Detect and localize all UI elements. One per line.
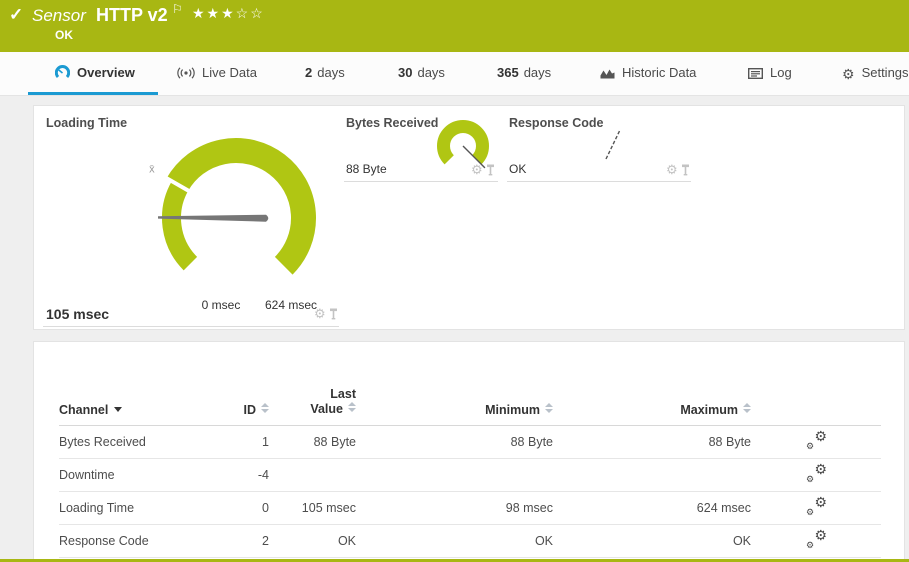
tab-log-label: Log xyxy=(770,65,792,80)
tab-30-days-number: 30 xyxy=(398,65,412,80)
response-code-value: OK xyxy=(509,162,526,176)
tab-365-days-unit: days xyxy=(524,65,551,80)
tab-30-days[interactable]: 30 days xyxy=(398,65,445,80)
sensor-header: ✓ Sensor HTTP v2 ⚐ ★★★☆☆ OK xyxy=(0,0,909,52)
tab-2-days-unit: days xyxy=(317,65,344,80)
panel-divider xyxy=(43,326,339,327)
panel-pin-icon[interactable] xyxy=(486,164,495,176)
panel-pin-icon[interactable] xyxy=(681,164,690,176)
prtg-sensor-page: ✓ Sensor HTTP v2 ⚐ ★★★☆☆ OK Overview Liv… xyxy=(0,0,909,562)
channel-maximum: 624 msec xyxy=(553,501,751,515)
column-header-id[interactable]: ID xyxy=(229,403,269,417)
channel-name: Response Code xyxy=(59,534,229,548)
table-header-row: Channel ID LastValue Minimum Maximum xyxy=(59,380,881,426)
tab-2-days[interactable]: 2 days xyxy=(305,65,345,80)
gauge-min-label: 0 msec xyxy=(186,298,256,312)
tab-30-days-unit: days xyxy=(417,65,444,80)
panel-gear-icon[interactable]: ⚙ xyxy=(666,164,678,176)
channel-settings-icon[interactable]: ⚙⚙ xyxy=(805,465,827,483)
channel-minimum: 98 msec xyxy=(356,501,553,515)
loading-time-value: 105 msec xyxy=(46,306,109,322)
table-row-downtime: Downtime -4 ⚙⚙ xyxy=(59,459,881,492)
settings-gear-icon: ⚙ xyxy=(842,66,855,83)
sort-icon xyxy=(261,403,269,413)
sort-icon xyxy=(743,403,751,413)
tab-overview[interactable]: Overview xyxy=(55,65,135,82)
column-header-channel[interactable]: Channel xyxy=(59,403,229,417)
tab-bar: Overview Live Data 2days 30days 365days … xyxy=(0,52,909,96)
tab-settings[interactable]: ⚙ Settings xyxy=(842,65,909,83)
channel-id: 0 xyxy=(229,501,269,515)
channel-name: Bytes Received xyxy=(59,435,229,449)
channel-maximum: OK xyxy=(553,534,751,548)
tab-historic-data-label: Historic Data xyxy=(622,65,696,80)
channel-table: Channel ID LastValue Minimum Maximum Byt… xyxy=(59,380,881,558)
live-data-icon xyxy=(177,67,195,82)
channel-id: 1 xyxy=(229,435,269,449)
channel-settings-icon[interactable]: ⚙⚙ xyxy=(805,432,827,450)
gauge-mean-label: x̄ xyxy=(149,164,155,176)
tab-settings-label: Settings xyxy=(862,65,909,80)
gauge-band-high xyxy=(177,151,303,266)
sensor-name: HTTP v2 xyxy=(96,5,168,26)
gauge-band-low xyxy=(172,186,191,264)
panel-divider xyxy=(507,181,691,182)
channel-id: -4 xyxy=(229,468,269,482)
gauges-card: Loading Time x̄ 0 msec 624 msec 105 msec… xyxy=(33,105,905,330)
panel-action-icons: ⚙ xyxy=(471,164,495,176)
channel-last-value: 105 msec xyxy=(269,501,356,515)
panel-gear-icon[interactable]: ⚙ xyxy=(314,308,326,320)
channel-id: 2 xyxy=(229,534,269,548)
sort-icon xyxy=(545,403,553,413)
table-row-response-code: Response Code 2 OK OK OK ⚙⚙ xyxy=(59,525,881,558)
gauge-icon xyxy=(55,65,70,82)
bytes-received-title: Bytes Received xyxy=(346,116,438,130)
tab-historic-data[interactable]: Historic Data xyxy=(600,65,696,82)
channel-minimum: 88 Byte xyxy=(356,435,553,449)
sort-icon xyxy=(348,402,356,412)
tab-log[interactable]: Log xyxy=(748,65,792,82)
channel-settings-icon[interactable]: ⚙⚙ xyxy=(805,531,827,549)
table-row-loading-time: Loading Time 0 105 msec 98 msec 624 msec… xyxy=(59,492,881,525)
channel-last-value: OK xyxy=(269,534,356,548)
channel-name: Downtime xyxy=(59,468,229,482)
mini-gauge-band xyxy=(444,127,483,160)
response-code-gauge xyxy=(596,121,636,166)
historic-chart-icon xyxy=(600,67,615,82)
tab-365-days[interactable]: 365 days xyxy=(497,65,551,80)
channel-last-value: 88 Byte xyxy=(269,435,356,449)
log-icon xyxy=(748,67,763,82)
sensor-status-badge: OK xyxy=(55,28,73,42)
table-row-bytes-received: Bytes Received 1 88 Byte 88 Byte 88 Byte… xyxy=(59,426,881,459)
tab-365-days-number: 365 xyxy=(497,65,519,80)
tab-live-data[interactable]: Live Data xyxy=(177,65,257,82)
priority-stars[interactable]: ★★★☆☆ xyxy=(192,5,265,22)
primary-gauge-title: Loading Time xyxy=(46,116,127,130)
column-header-maximum[interactable]: Maximum xyxy=(553,403,751,417)
panel-pin-icon[interactable] xyxy=(329,308,338,320)
tab-overview-label: Overview xyxy=(77,65,135,80)
column-header-last-value[interactable]: LastValue xyxy=(269,387,356,417)
panel-action-icons: ⚙ xyxy=(666,164,690,176)
panel-action-icons: ⚙ xyxy=(314,308,338,320)
channel-settings-icon[interactable]: ⚙⚙ xyxy=(805,498,827,516)
channel-filter-arrow-icon xyxy=(114,407,122,412)
status-ok-check-icon: ✓ xyxy=(9,5,23,25)
flag-icon[interactable]: ⚐ xyxy=(172,2,183,16)
response-code-title: Response Code xyxy=(509,116,603,130)
panel-divider xyxy=(344,181,498,182)
sensor-kind-label: Sensor xyxy=(32,6,86,26)
loading-time-gauge: x̄ xyxy=(126,131,348,309)
panel-gear-icon[interactable]: ⚙ xyxy=(471,164,483,176)
tab-2-days-number: 2 xyxy=(305,65,312,80)
channels-card: Channel ID LastValue Minimum Maximum Byt… xyxy=(33,341,905,562)
response-gauge-needle xyxy=(606,130,620,159)
active-tab-underline xyxy=(28,92,158,95)
bytes-received-value: 88 Byte xyxy=(346,162,387,176)
channel-minimum: OK xyxy=(356,534,553,548)
column-header-minimum[interactable]: Minimum xyxy=(356,403,553,417)
channel-maximum: 88 Byte xyxy=(553,435,751,449)
channel-name: Loading Time xyxy=(59,501,229,515)
tab-live-data-label: Live Data xyxy=(202,65,257,80)
